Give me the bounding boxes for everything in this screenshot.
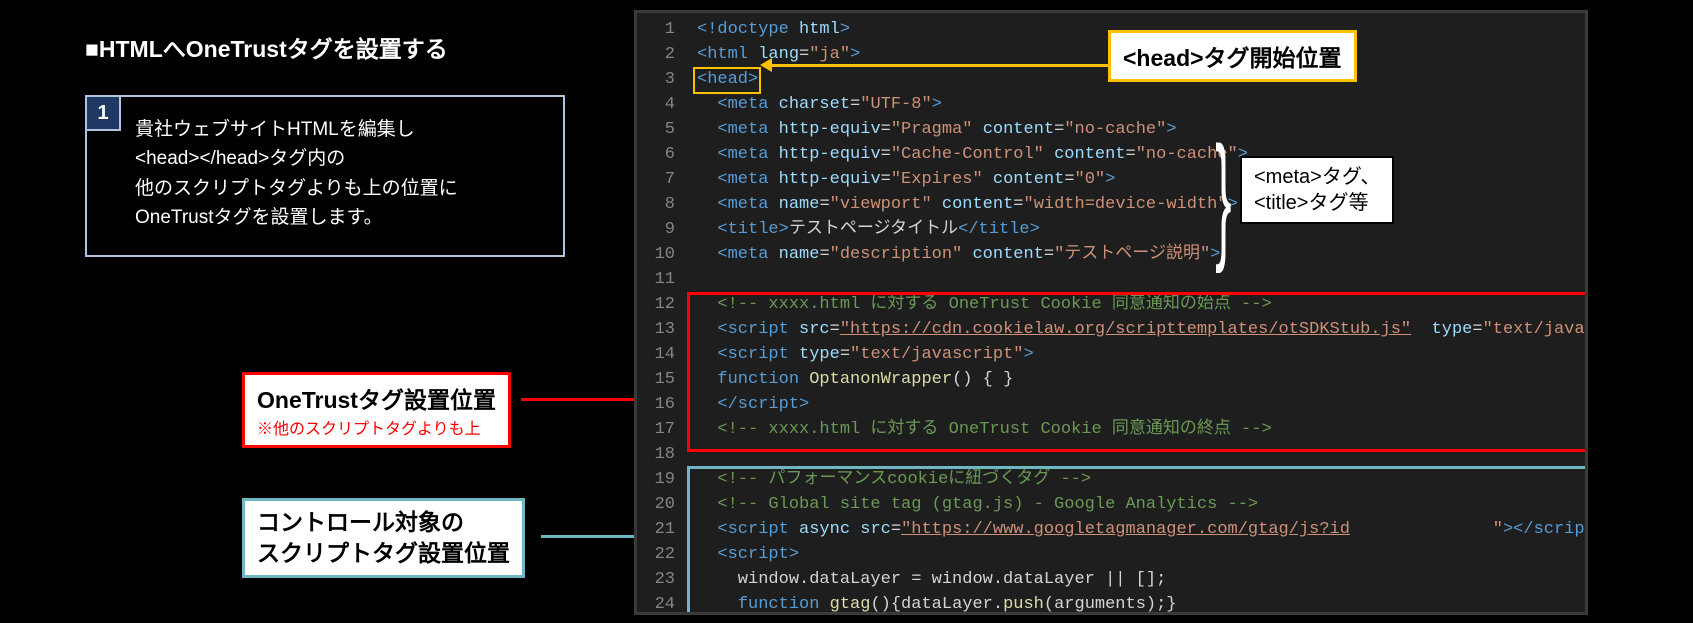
callout-onetrust-note: ※他のスクリプトタグよりも上 [257,415,496,439]
line-number: 9 [637,217,675,242]
line-number: 2 [637,42,675,67]
brace-icon: } [1215,115,1231,277]
code-line [697,267,1585,292]
line-number: 15 [637,367,675,392]
line-number: 1 [637,17,675,42]
arrow-yellow-line [770,64,1108,67]
section-heading: ■HTMLへOneTrustタグを設置する [85,30,448,64]
code-line: <meta name="viewport" content="width=dev… [697,192,1585,217]
code-line: <meta http-equiv="Cache-Control" content… [697,142,1585,167]
code-line: <meta charset="UTF-8"> [697,92,1585,117]
callout-meta-tags: <meta>タグ、<title>タグ等 [1240,156,1394,224]
code-line: <meta name="description" content="テストページ… [697,242,1585,267]
line-number-gutter: 123456789101112131415161718192021222324 [637,13,683,612]
highlight-control-block [687,466,1588,615]
code-editor: 123456789101112131415161718192021222324 … [634,10,1588,615]
step-text: 貴社ウェブサイトHTMLを編集し<head></head>タグ内の他のスクリプト… [135,115,538,233]
arrow-yellow-head-icon [760,58,772,72]
line-number: 4 [637,92,675,117]
callout-onetrust-position: OneTrustタグ設置位置 ※他のスクリプトタグよりも上 [242,372,511,448]
line-number: 16 [637,392,675,417]
callout-control-position: コントロール対象のスクリプトタグ設置位置 [242,498,525,578]
callout-head-start: <head>タグ開始位置 [1108,30,1357,82]
step-number: 1 [85,95,121,131]
line-number: 12 [637,292,675,317]
line-number: 20 [637,492,675,517]
code-line: <meta http-equiv="Pragma" content="no-ca… [697,117,1585,142]
line-number: 7 [637,167,675,192]
line-number: 19 [637,467,675,492]
highlight-head-tag [693,67,761,94]
line-number: 14 [637,342,675,367]
line-number: 24 [637,592,675,615]
line-number: 3 [637,67,675,92]
callout-onetrust-title: OneTrustタグ設置位置 [257,381,496,415]
line-number: 23 [637,567,675,592]
line-number: 10 [637,242,675,267]
highlight-onetrust-block [687,292,1588,452]
line-number: 11 [637,267,675,292]
line-number: 5 [637,117,675,142]
line-number: 22 [637,542,675,567]
line-number: 13 [637,317,675,342]
code-line: <meta http-equiv="Expires" content="0"> [697,167,1585,192]
line-number: 21 [637,517,675,542]
line-number: 6 [637,142,675,167]
step-1-box: 1 貴社ウェブサイトHTMLを編集し<head></head>タグ内の他のスクリ… [85,95,565,257]
code-line: <title>テストページタイトル</title> [697,217,1585,242]
line-number: 8 [637,192,675,217]
line-number: 17 [637,417,675,442]
line-number: 18 [637,442,675,467]
